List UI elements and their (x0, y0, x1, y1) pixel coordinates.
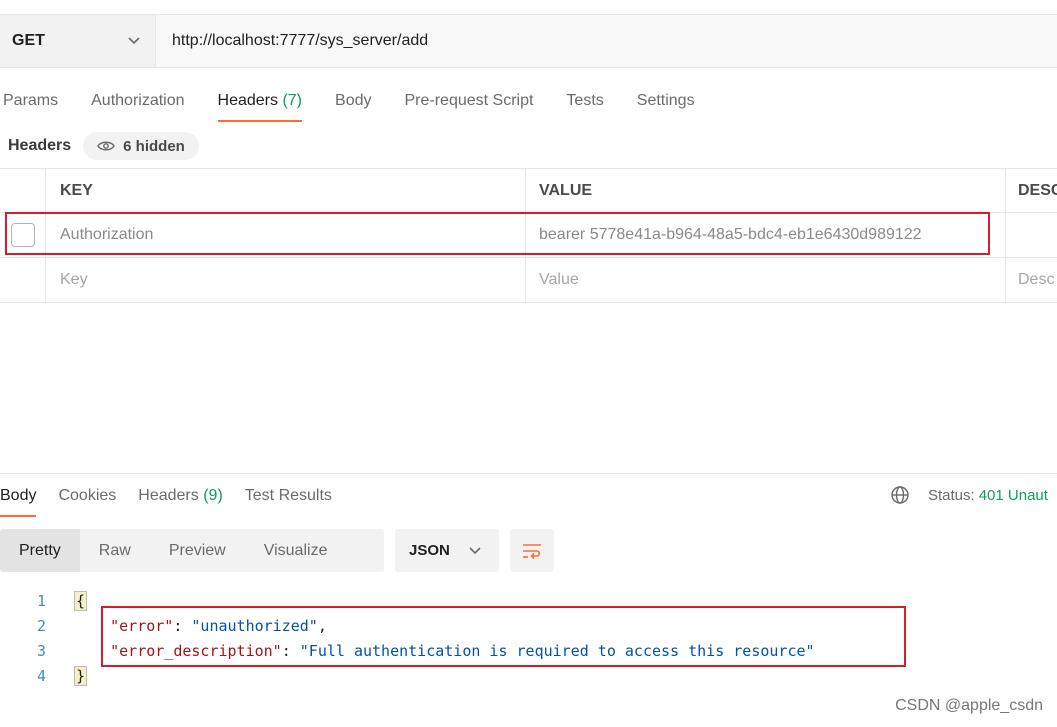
view-raw-button[interactable]: Raw (80, 529, 150, 572)
headers-table: KEY VALUE DESC Authorization bearer 5778… (0, 168, 1057, 303)
tab-headers[interactable]: Headers (7) (217, 88, 303, 124)
response-divider (0, 473, 1057, 474)
json-key-error-description: "error_description" (110, 641, 282, 660)
view-mode-group: Pretty Raw Preview Visualize (0, 529, 384, 572)
status-code: 401 Unaut (978, 486, 1048, 504)
wrap-lines-button[interactable] (510, 529, 554, 572)
response-status: Status: 401 Unaut (890, 485, 1048, 505)
view-visualize-button[interactable]: Visualize (245, 529, 347, 572)
headers-section-title: Headers (8, 137, 72, 154)
line-number: 1 (36, 591, 46, 610)
tab-tests[interactable]: Tests (566, 88, 603, 124)
header-enable-checkbox[interactable] (10, 223, 35, 247)
json-key-error: "error" (110, 616, 174, 635)
response-tabs: Body Cookies Headers (9) Test Results (0, 483, 354, 519)
chevron-down-icon (127, 34, 141, 48)
chevron-down-icon (468, 544, 482, 558)
wrap-icon (523, 543, 541, 559)
json-value-error-description: "Full authentication is required to acce… (299, 641, 815, 660)
tab-settings[interactable]: Settings (637, 88, 695, 124)
tab-headers-count: (7) (282, 92, 303, 109)
table-row: Authorization bearer 5778e41a-b964-48a5-… (0, 213, 1057, 258)
new-row-check-cell (0, 258, 46, 302)
eye-icon (97, 141, 115, 151)
code-text: "error": "unauthorized", (110, 616, 327, 635)
open-brace: { (74, 590, 88, 611)
response-tab-headers-count: (9) (203, 487, 223, 504)
request-url-bar: GET http://localhost:7777/sys_server/add (0, 14, 1057, 68)
new-value-input[interactable]: Value (526, 258, 1006, 302)
tab-headers-label: Headers (217, 92, 278, 109)
close-brace: } (74, 665, 88, 686)
status-label: Status: (928, 486, 975, 504)
code-text: { (46, 590, 88, 611)
headers-subbar: Headers 6 hidden (8, 131, 199, 161)
code-line: 2 "error": "unauthorized", (0, 613, 815, 638)
url-input[interactable]: http://localhost:7777/sys_server/add (156, 32, 428, 50)
response-tab-headers[interactable]: Headers (9) (138, 483, 223, 519)
header-check-cell (0, 169, 46, 212)
line-number: 4 (36, 666, 46, 685)
code-line: 4 } (0, 663, 815, 688)
column-header-desc: DESC (1018, 181, 1057, 199)
response-body-code: 1 { 2 "error": "unauthorized", 3 "error_… (0, 588, 815, 688)
code-line: 1 { (0, 588, 815, 613)
format-select[interactable]: JSON (395, 529, 499, 572)
tab-pre-request-script[interactable]: Pre-request Script (404, 88, 533, 124)
method-label: GET (12, 32, 45, 49)
column-header-key: KEY (46, 169, 526, 212)
watermark: CSDN @apple_csdn (895, 697, 1043, 714)
column-header-value: VALUE (526, 169, 1006, 212)
row-check-cell (0, 213, 46, 257)
new-key-input[interactable]: Key (46, 258, 526, 302)
response-tab-test-results[interactable]: Test Results (245, 483, 332, 519)
table-row-new: Key Value Desc (0, 258, 1057, 303)
table-header-row: KEY VALUE DESC (0, 168, 1057, 213)
line-number: 3 (36, 641, 46, 660)
line-number: 2 (36, 616, 46, 635)
code-line: 3 "error_description": "Full authenticat… (0, 638, 815, 663)
view-preview-button[interactable]: Preview (150, 529, 245, 572)
tab-params[interactable]: Params (3, 88, 58, 124)
view-pretty-button[interactable]: Pretty (0, 529, 80, 572)
header-key-cell[interactable]: Authorization (46, 213, 526, 257)
response-tab-cookies[interactable]: Cookies (58, 483, 116, 519)
globe-icon[interactable] (890, 485, 910, 505)
tab-body[interactable]: Body (335, 88, 371, 124)
code-text: } (46, 665, 88, 686)
hidden-headers-label: 6 hidden (123, 137, 185, 155)
response-tab-headers-label: Headers (138, 487, 199, 504)
format-label: JSON (409, 542, 450, 559)
request-tabs: Params Authorization Headers (7) Body Pr… (3, 88, 728, 124)
header-value-cell[interactable]: bearer 5778e41a-b964-48a5-bdc4-eb1e6430d… (526, 213, 1006, 257)
response-tab-body[interactable]: Body (0, 483, 37, 519)
header-desc-cell[interactable] (1006, 213, 1057, 257)
hidden-headers-toggle[interactable]: 6 hidden (83, 132, 199, 160)
json-value-error: "unauthorized" (191, 616, 318, 635)
code-text: "error_description": "Full authenticatio… (110, 641, 815, 660)
method-select[interactable]: GET (0, 15, 156, 67)
tab-authorization[interactable]: Authorization (91, 88, 184, 124)
new-desc-input[interactable]: Desc (1006, 258, 1057, 302)
